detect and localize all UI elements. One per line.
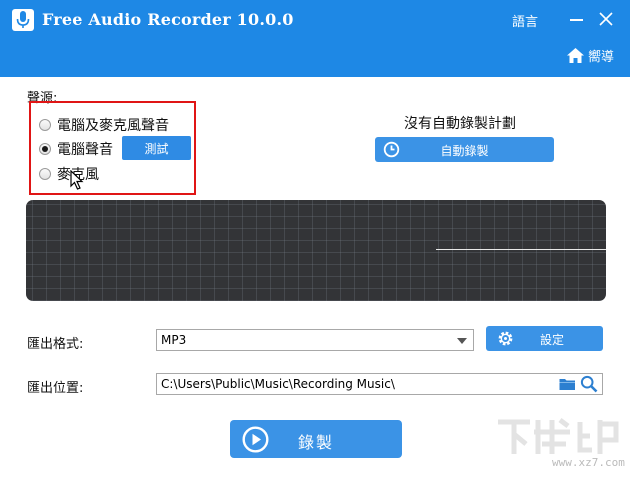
- guide-button[interactable]: 嚮導: [567, 46, 614, 65]
- record-label: 錄製: [297, 433, 334, 452]
- folder-icon[interactable]: [559, 377, 576, 391]
- home-icon: [567, 48, 584, 63]
- export-path-field[interactable]: C:\Users\Public\Music\Recording Music\: [156, 373, 603, 395]
- title-bar: Free Audio Recorder 10.0.0 語言 嚮導: [0, 0, 630, 77]
- mouse-cursor-icon: [70, 170, 84, 190]
- settings-button[interactable]: 設定: [486, 326, 603, 351]
- guide-label: 嚮導: [588, 50, 615, 65]
- settings-label: 設定: [540, 333, 565, 347]
- minimize-button[interactable]: [568, 10, 586, 28]
- auto-record-button[interactable]: 自動錄製: [375, 137, 554, 162]
- watermark-text: www.xz7.com: [552, 456, 625, 469]
- format-select[interactable]: MP3: [156, 329, 474, 351]
- export-location-label: 匯出位置:: [27, 381, 84, 396]
- export-format-label: 匯出格式:: [27, 337, 84, 352]
- close-button[interactable]: [597, 10, 615, 28]
- search-icon[interactable]: [580, 375, 598, 393]
- waveform-display: [26, 200, 606, 301]
- app-title: Free Audio Recorder 10.0.0: [42, 10, 294, 29]
- record-button[interactable]: 錄製: [230, 420, 402, 458]
- waveform-signal-line: [436, 249, 606, 250]
- highlight-box: [29, 101, 196, 195]
- gear-icon: [498, 331, 513, 346]
- auto-record-label: 自動錄製: [440, 144, 489, 158]
- chevron-down-icon: [457, 338, 467, 344]
- schedule-status: 沒有自動錄製計劃: [404, 116, 516, 132]
- microphone-app-icon: [12, 9, 34, 31]
- close-icon: [599, 12, 613, 26]
- format-value: MP3: [161, 333, 187, 347]
- language-menu[interactable]: 語言: [512, 11, 538, 30]
- export-path-value: C:\Users\Public\Music\Recording Music\: [161, 377, 395, 391]
